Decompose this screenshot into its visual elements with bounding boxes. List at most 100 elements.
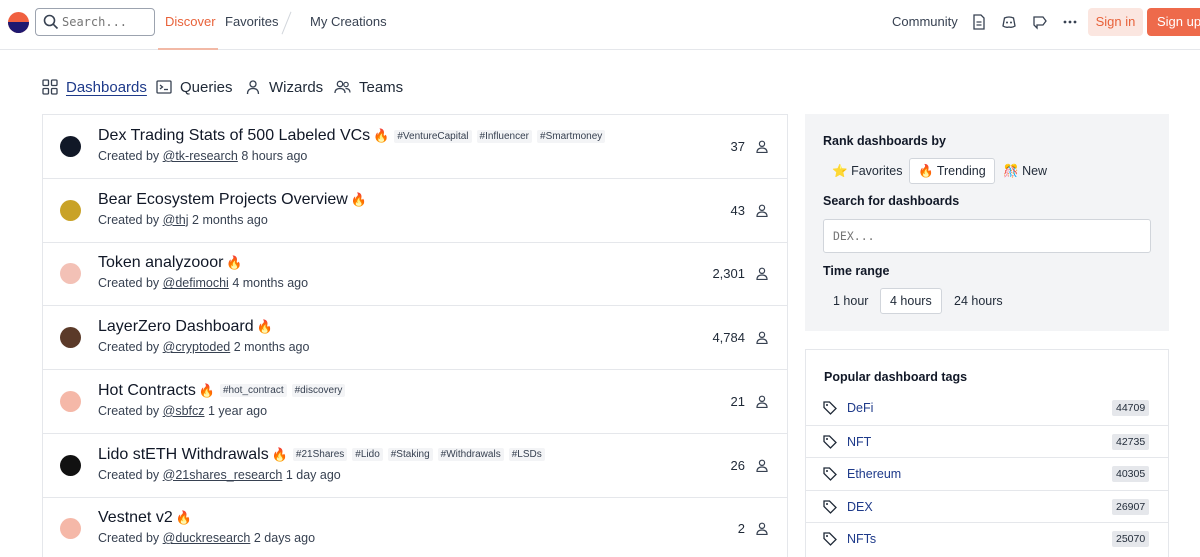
discord-icon[interactable] xyxy=(1001,14,1017,30)
author-link[interactable]: @sbfcz xyxy=(163,404,205,418)
author-link[interactable]: @thj xyxy=(163,213,189,227)
rank-option-trending[interactable]: 🔥 Trending xyxy=(909,158,995,184)
nav-my-creations[interactable]: My Creations xyxy=(310,14,387,29)
tag-name[interactable]: DeFi xyxy=(847,401,873,415)
dashboard-row[interactable]: Lido stETH Withdrawals 🔥 #21Shares #Lido #St… xyxy=(43,434,787,498)
dashboard-tag[interactable]: #Smartmoney xyxy=(537,129,606,143)
more-icon[interactable] xyxy=(1062,14,1078,30)
tab-dashboards[interactable]: Dashboards xyxy=(42,77,147,97)
popular-tag-row[interactable]: NFTs 25070 xyxy=(806,522,1168,554)
rank-option-favorites[interactable]: ⭐ Favorites xyxy=(823,158,911,184)
favorite-count: 37 xyxy=(730,139,745,154)
sign-up-button[interactable]: Sign up xyxy=(1147,8,1200,36)
rank-option-label: New xyxy=(1022,164,1048,178)
dashboard-row[interactable]: Dex Trading Stats of 500 Labeled VCs 🔥 #Ve… xyxy=(43,115,787,179)
created-time: 2 months ago xyxy=(233,340,310,355)
rank-option-new[interactable]: 🎊 New xyxy=(994,158,1056,184)
dashboard-tag[interactable]: #LSDs xyxy=(508,448,545,461)
dashboard-title[interactable]: Hot Contracts xyxy=(98,382,196,400)
search-input[interactable] xyxy=(62,12,152,32)
sign-in-button[interactable]: Sign in xyxy=(1088,8,1143,36)
favorite-count: 21 xyxy=(730,393,745,409)
dashboard-row[interactable]: Vestnet v2 🔥 Created by @duckresearch 2 da… xyxy=(43,497,787,557)
popular-tag-row[interactable]: Ethereum 40305 xyxy=(806,457,1168,489)
created-by-label: Created by xyxy=(98,467,160,482)
dashboard-row[interactable]: LayerZero Dashboard 🔥 Created by @cryptode… xyxy=(43,306,787,371)
dashboard-meta: Created by @defimochi 4 months ago xyxy=(98,276,308,290)
dashboard-row[interactable]: Token analyzooor 🔥 Created by @defimochi 4… xyxy=(43,242,787,307)
nav-favorites[interactable]: Favorites xyxy=(225,14,278,29)
time-option-4h[interactable]: 4 hours xyxy=(880,288,942,314)
dashboard-tag[interactable]: #hot_contract xyxy=(220,384,287,398)
nav-divider xyxy=(281,11,292,35)
star-icon: ⭐ xyxy=(832,164,848,178)
feedback-icon[interactable] xyxy=(1032,14,1048,30)
author-link[interactable]: @duckresearch xyxy=(163,531,251,545)
avatar xyxy=(60,518,81,540)
users-icon xyxy=(334,80,351,94)
dashboard-title[interactable]: LayerZero Dashboard xyxy=(98,318,254,336)
dashboard-search-input[interactable] xyxy=(824,220,1150,252)
popular-tags-panel: Popular dashboard tags DeFi 44709 NFT 42735… xyxy=(805,349,1169,557)
dashboard-tag[interactable]: #VentureCapital xyxy=(394,129,472,143)
popular-tag-row[interactable]: DeFi 44709 xyxy=(806,392,1168,424)
tab-label: Wizards xyxy=(269,78,324,96)
dashboard-title[interactable]: Lido stETH Withdrawals xyxy=(98,446,269,464)
dashboard-row[interactable]: Bear Ecosystem Projects Overview 🔥 Created… xyxy=(43,179,787,243)
logo[interactable] xyxy=(8,12,29,33)
author-link[interactable]: @defimochi xyxy=(163,276,229,290)
time-option-24h[interactable]: 24 hours xyxy=(944,288,1013,314)
dashboard-meta: Created by @21shares_research 1 day ago xyxy=(98,468,341,482)
tag-count-badge: 25070 xyxy=(1112,531,1150,547)
dashboard-search-box[interactable] xyxy=(823,219,1151,253)
created-by-label: Created by xyxy=(98,340,160,355)
dashboard-tag[interactable]: #discovery xyxy=(291,384,346,398)
time-range-label: Time range xyxy=(823,264,890,278)
tab-queries[interactable]: Queries xyxy=(156,77,233,97)
dashboard-tag[interactable]: #Lido xyxy=(352,448,383,461)
dashboard-tag[interactable]: #Withdrawals xyxy=(437,448,504,461)
dashboard-tag[interactable]: #Staking xyxy=(387,448,433,461)
nav-discover[interactable]: Discover xyxy=(165,14,216,29)
tag-icon xyxy=(823,499,837,519)
popular-tag-row[interactable]: DEX 26907 xyxy=(806,489,1168,522)
time-option-1h[interactable]: 1 hour xyxy=(823,288,878,314)
person-icon xyxy=(756,140,768,158)
created-time: 1 day ago xyxy=(285,467,341,482)
dashboard-meta: Created by @thj 2 months ago xyxy=(98,213,268,227)
author-link[interactable]: @tk-research xyxy=(163,149,238,163)
tab-teams[interactable]: Teams xyxy=(334,77,403,97)
popular-tags-label: Popular dashboard tags xyxy=(824,370,968,384)
fire-icon: 🔥 xyxy=(226,255,243,271)
dashboard-title-line: LayerZero Dashboard 🔥 xyxy=(98,318,273,336)
dashboard-title[interactable]: Token analyzooor xyxy=(98,254,223,272)
tab-wizards[interactable]: Wizards xyxy=(245,77,323,97)
fire-icon: 🔥 xyxy=(256,319,273,335)
favorite-count: 4,784 xyxy=(712,330,745,346)
rank-label: Rank dashboards by xyxy=(823,134,946,148)
tag-name[interactable]: Ethereum xyxy=(847,467,901,481)
popular-tag-row[interactable]: NFT 42735 xyxy=(806,424,1168,457)
dashboard-title[interactable]: Bear Ecosystem Projects Overview xyxy=(98,191,348,209)
avatar xyxy=(60,454,81,476)
tag-name[interactable]: NFTs xyxy=(847,532,876,546)
tab-label: Teams xyxy=(359,78,404,96)
dashboard-meta: Created by @sbfcz 1 year ago xyxy=(98,404,267,418)
dashboard-tag[interactable]: #Influencer xyxy=(476,129,533,143)
person-icon xyxy=(756,459,768,477)
dashboard-tag[interactable]: #21Shares xyxy=(292,448,348,461)
nav-community[interactable]: Community xyxy=(892,14,958,29)
docs-icon[interactable] xyxy=(971,14,987,30)
created-by-label: Created by xyxy=(98,212,160,227)
tag-name[interactable]: NFT xyxy=(847,435,871,449)
author-link[interactable]: @cryptoded xyxy=(163,340,231,354)
dashboard-title[interactable]: Vestnet v2 xyxy=(98,509,173,527)
dashboard-title[interactable]: Dex Trading Stats of 500 Labeled VCs xyxy=(98,127,370,145)
fire-icon: 🔥 xyxy=(198,382,215,398)
avatar xyxy=(60,199,81,221)
search-box[interactable] xyxy=(35,8,155,36)
tag-name[interactable]: DEX xyxy=(847,500,873,514)
dashboard-row[interactable]: Hot Contracts 🔥 #hot_contract #discovery Cre… xyxy=(43,370,787,434)
fire-icon: 🔥 xyxy=(373,128,390,143)
author-link[interactable]: @21shares_research xyxy=(163,468,283,482)
